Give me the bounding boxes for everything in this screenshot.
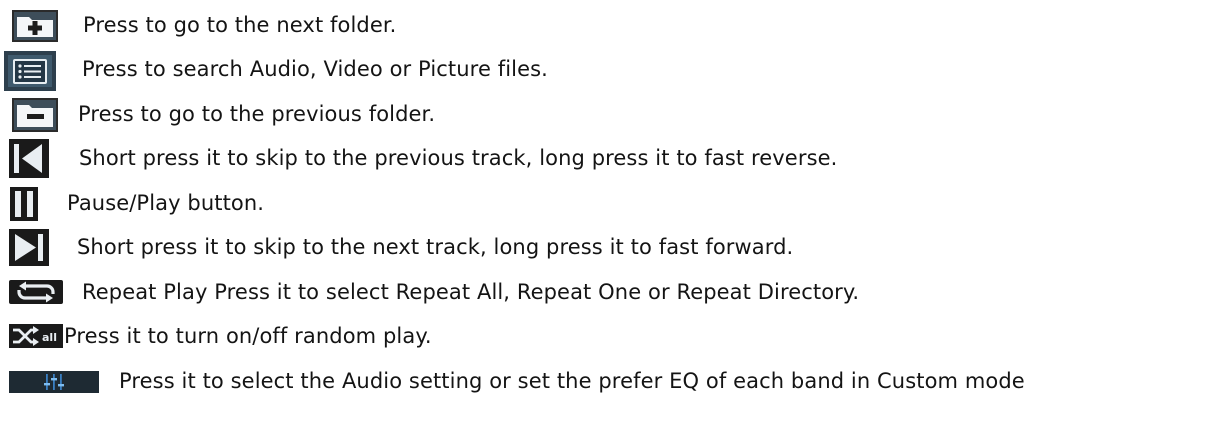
legend-text: Repeat Play Press it to select Repeat Al… <box>82 280 860 304</box>
next-folder-icon <box>12 10 58 42</box>
legend-document: Press to go to the next folder. Press to… <box>0 0 1229 435</box>
legend-text: Press it to turn on/off random play. <box>64 324 432 348</box>
shuffle-all-label: all <box>42 331 57 344</box>
repeat-icon <box>9 280 63 304</box>
legend-text: Short press it to skip to the next track… <box>77 235 794 259</box>
legend-text: Press to go to the previous folder. <box>78 102 436 126</box>
skip-next-icon <box>9 229 49 266</box>
previous-folder-icon <box>12 98 58 132</box>
equalizer-icon <box>9 371 99 393</box>
search-list-icon <box>4 51 56 91</box>
legend-text: Press to search Audio, Video or Picture … <box>82 57 548 81</box>
shuffle-all-icon: all <box>9 324 63 348</box>
legend-text: Press to go to the next folder. <box>83 13 397 37</box>
pause-icon <box>10 187 38 221</box>
legend-text: Short press it to skip to the previous t… <box>79 146 838 170</box>
legend-text: Pause/Play button. <box>67 191 265 215</box>
legend-text: Press it to select the Audio setting or … <box>119 369 1025 393</box>
skip-previous-icon <box>9 139 49 178</box>
